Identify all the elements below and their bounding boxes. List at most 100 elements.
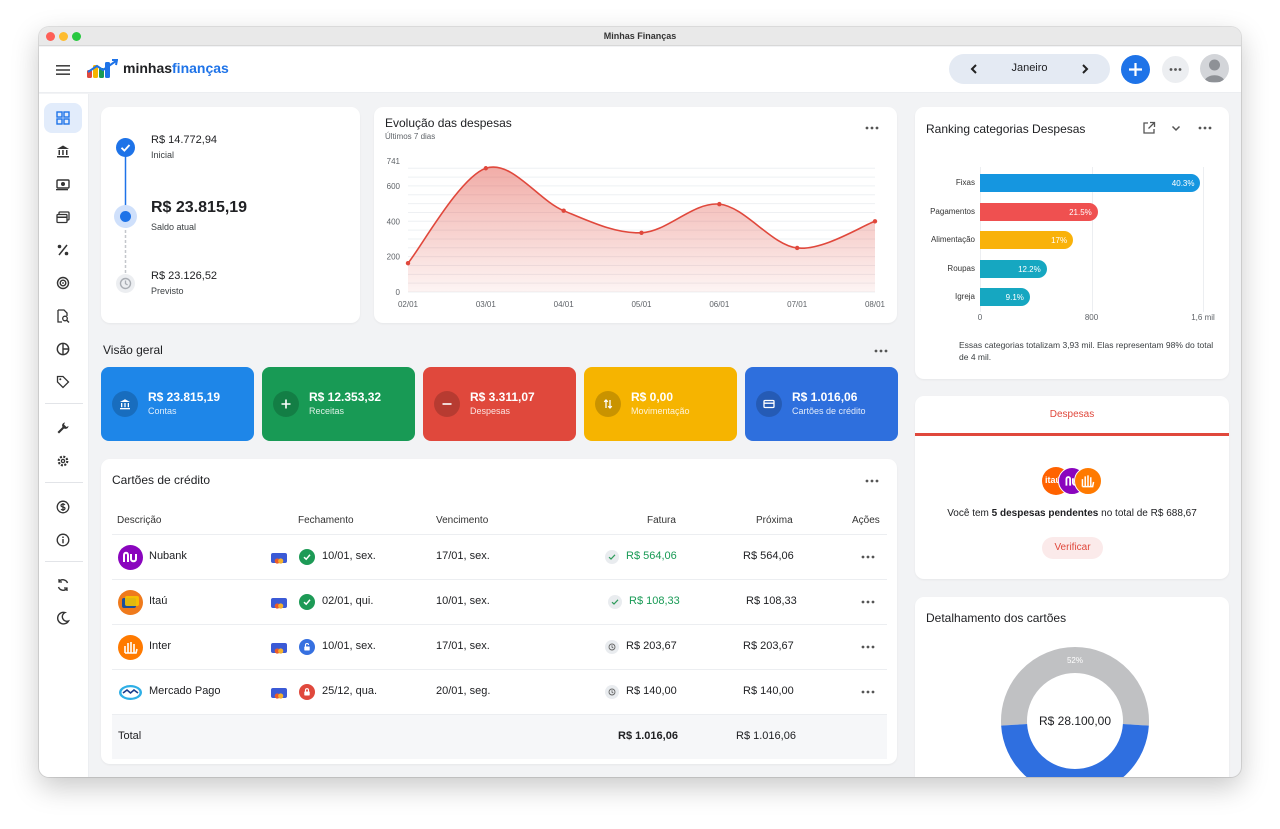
summary-card-transfers[interactable]: R$ 0,00 Movimentação <box>584 367 737 441</box>
check-circle-icon <box>116 138 135 157</box>
category-bar[interactable]: 12.2% <box>980 259 1047 278</box>
data-point[interactable] <box>561 208 566 213</box>
plus-icon <box>273 391 299 417</box>
sidebar-item-tags[interactable] <box>44 367 82 397</box>
gear-icon <box>57 455 69 467</box>
chevron-right-icon[interactable] <box>1078 62 1092 76</box>
sidebar-item-dashboard[interactable] <box>44 103 82 133</box>
invoice-amount[interactable]: R$ 140,00 <box>626 685 677 697</box>
column-header-description[interactable]: Descrição <box>117 515 161 526</box>
sidebar-item-tools[interactable] <box>44 413 82 443</box>
initial-balance-value: R$ 14.772,94 <box>151 134 218 146</box>
sidebar-item-reports[interactable] <box>44 301 82 331</box>
summary-label: Movimentação <box>631 406 690 416</box>
summary-card-credit-cards[interactable]: R$ 1.016,06 Cartões de crédito <box>745 367 898 441</box>
more-horizontal-icon[interactable] <box>864 125 880 131</box>
sidebar-item-budget[interactable] <box>44 334 82 364</box>
mastercard-icon <box>271 688 287 699</box>
more-horizontal-icon[interactable] <box>873 348 889 354</box>
more-options-button[interactable] <box>1162 56 1189 83</box>
donut-slice[interactable] <box>1001 723 1149 777</box>
hamburger-menu-icon[interactable] <box>55 62 71 78</box>
next-invoice-amount: R$ 203,67 <box>743 640 794 652</box>
chevron-down-icon[interactable] <box>1170 122 1182 134</box>
x-tick-label: 02/01 <box>398 300 419 309</box>
card-name: Itaú <box>149 595 168 607</box>
dashboard-icon <box>56 111 70 125</box>
user-icon <box>1204 59 1225 82</box>
app-logo-icon <box>87 59 118 78</box>
x-tick-label: 06/01 <box>709 300 730 309</box>
column-header-closing[interactable]: Fechamento <box>298 515 354 526</box>
table-row[interactable]: Itaú 02/01, qui. 10/01, sex. R$ 108,33 R… <box>112 579 887 624</box>
table-row[interactable]: Nubank 10/01, sex. 17/01, sex. R$ 564,06… <box>112 534 887 579</box>
more-horizontal-icon[interactable] <box>860 554 876 560</box>
category-label: Roupas <box>947 263 975 273</box>
lock-icon <box>299 684 315 700</box>
summary-label: Cartões de crédito <box>792 406 866 416</box>
overview-title: Visão geral <box>103 343 163 357</box>
user-avatar[interactable] <box>1200 54 1229 83</box>
card-name: Inter <box>149 640 172 652</box>
app-header: minhasfinanças Janeiro <box>39 47 1241 93</box>
more-horizontal-icon[interactable] <box>860 689 876 695</box>
table-row[interactable]: Inter 10/01, sex. 17/01, sex. R$ 203,67 … <box>112 624 887 669</box>
x-tick-label: 08/01 <box>865 300 886 309</box>
data-point[interactable] <box>717 201 722 207</box>
tab-expenses[interactable]: Despesas <box>915 409 1229 420</box>
verify-button[interactable]: Verificar <box>1042 537 1103 559</box>
summary-card-accounts[interactable]: R$ 23.815,19 Contas <box>101 367 254 441</box>
more-horizontal-icon[interactable] <box>860 599 876 605</box>
mastercard-icon <box>271 598 287 609</box>
sidebar-item-transactions[interactable] <box>44 169 82 199</box>
column-header-due[interactable]: Vencimento <box>436 515 488 526</box>
sidebar-item-accounts[interactable] <box>44 136 82 166</box>
data-point[interactable] <box>872 219 878 224</box>
column-header-invoice[interactable]: Fatura <box>647 515 676 526</box>
category-bar[interactable]: 17% <box>980 231 1074 249</box>
category-bar[interactable]: 21.5% <box>980 202 1098 221</box>
table-row[interactable]: Mercado Pago 25/12, qua. 20/01, seg. R$ … <box>112 669 887 714</box>
more-horizontal-icon[interactable] <box>1197 125 1213 131</box>
data-point[interactable] <box>483 166 489 171</box>
next-invoice-amount: R$ 140,00 <box>743 685 794 697</box>
sidebar-item-sync[interactable] <box>44 570 82 600</box>
sidebar-item-cards[interactable] <box>44 202 82 232</box>
app-window: Minhas Finanças minhasfinanças Janeiro R… <box>39 27 1241 777</box>
invoice-amount[interactable]: R$ 108,33 <box>629 595 680 607</box>
category-bar[interactable]: 9.1% <box>980 288 1030 306</box>
mastercard-icon <box>271 553 287 564</box>
invoice-amount[interactable]: R$ 203,67 <box>626 640 677 652</box>
category-label: Fixas <box>955 178 975 187</box>
more-horizontal-icon[interactable] <box>864 478 880 484</box>
sidebar-item-plans[interactable] <box>44 492 82 522</box>
category-bar[interactable]: 40.3% <box>980 174 1201 192</box>
invoice-amount[interactable]: R$ 564,06 <box>626 550 677 562</box>
sidebar-item-about[interactable] <box>44 525 82 555</box>
sidebar-item-dark-mode[interactable] <box>44 603 82 633</box>
sidebar-item-settings[interactable] <box>44 446 82 476</box>
column-header-next[interactable]: Próxima <box>756 515 793 526</box>
report-search-icon <box>57 309 70 323</box>
more-horizontal-icon[interactable] <box>860 644 876 650</box>
column-header-actions: Ações <box>852 515 880 526</box>
x-tick-label: 1,6 mil <box>1191 313 1215 322</box>
y-tick-label: 0 <box>396 288 401 297</box>
add-button[interactable] <box>1121 55 1150 84</box>
table-total-row: Total R$ 1.016,06 R$ 1.016,06 <box>112 714 887 759</box>
data-point[interactable] <box>405 260 411 266</box>
clock-icon <box>605 640 619 654</box>
closing-date: 10/01, sex. <box>322 550 376 562</box>
sidebar-item-goals[interactable] <box>44 268 82 298</box>
open-in-new-icon[interactable] <box>1142 121 1156 135</box>
x-tick-label: 800 <box>1084 313 1099 322</box>
sidebar-divider <box>45 561 83 562</box>
info-icon <box>56 533 70 547</box>
summary-card-expenses[interactable]: R$ 3.311,07 Despesas <box>423 367 576 441</box>
sidebar-item-percent[interactable] <box>44 235 82 265</box>
bar-value-label: 17% <box>1051 236 1068 245</box>
data-point[interactable] <box>639 230 644 235</box>
percent-icon <box>57 244 69 256</box>
summary-card-income[interactable]: R$ 12.353,32 Receitas <box>262 367 415 441</box>
data-point[interactable] <box>794 245 800 251</box>
